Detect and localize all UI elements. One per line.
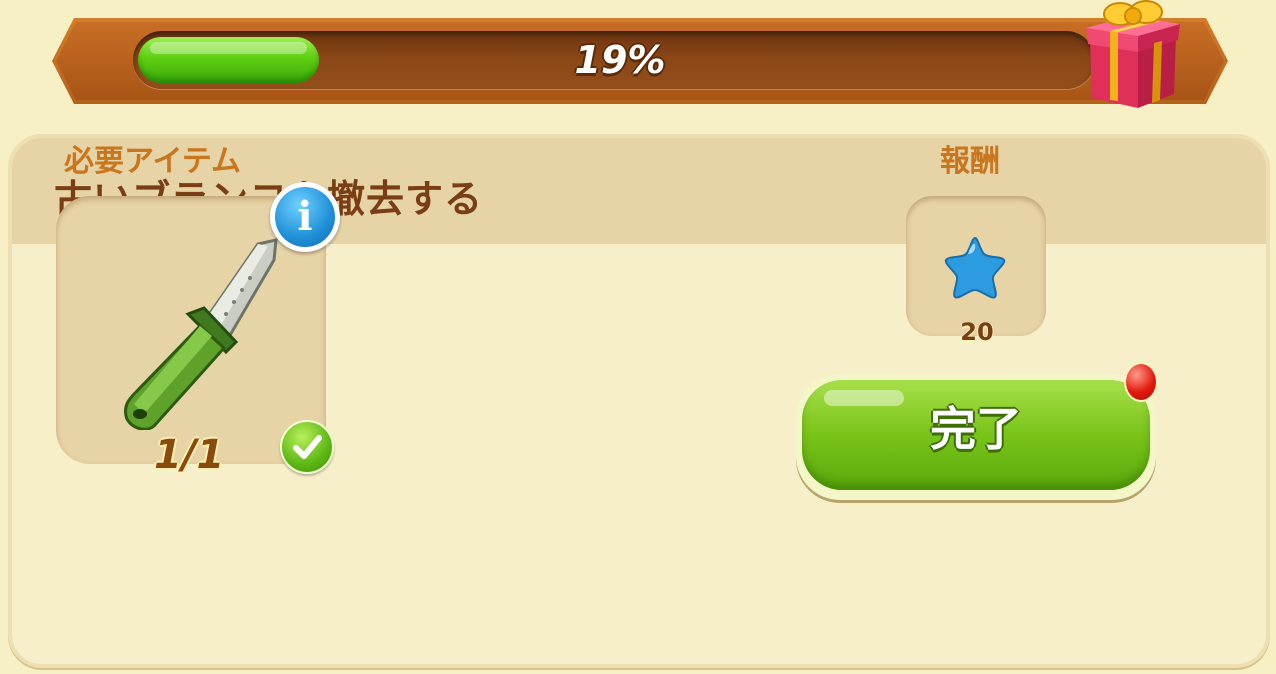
check-icon: [280, 420, 334, 474]
knife-icon: [124, 238, 278, 430]
reward-amount: 20: [960, 318, 994, 346]
progress-percent-label: 19%: [574, 38, 666, 82]
gift-box-icon[interactable]: [1080, 0, 1184, 110]
reward-label: 報酬: [940, 144, 1000, 179]
notification-dot: [1124, 362, 1158, 402]
complete-button[interactable]: 完了: [796, 374, 1156, 500]
complete-button-label: 完了: [930, 402, 1022, 456]
required-items-label: 必要アイテム: [64, 144, 241, 179]
info-icon[interactable]: i: [270, 182, 340, 252]
blue-star-icon: [944, 236, 1006, 299]
item-count-label: 1/1: [154, 432, 225, 478]
